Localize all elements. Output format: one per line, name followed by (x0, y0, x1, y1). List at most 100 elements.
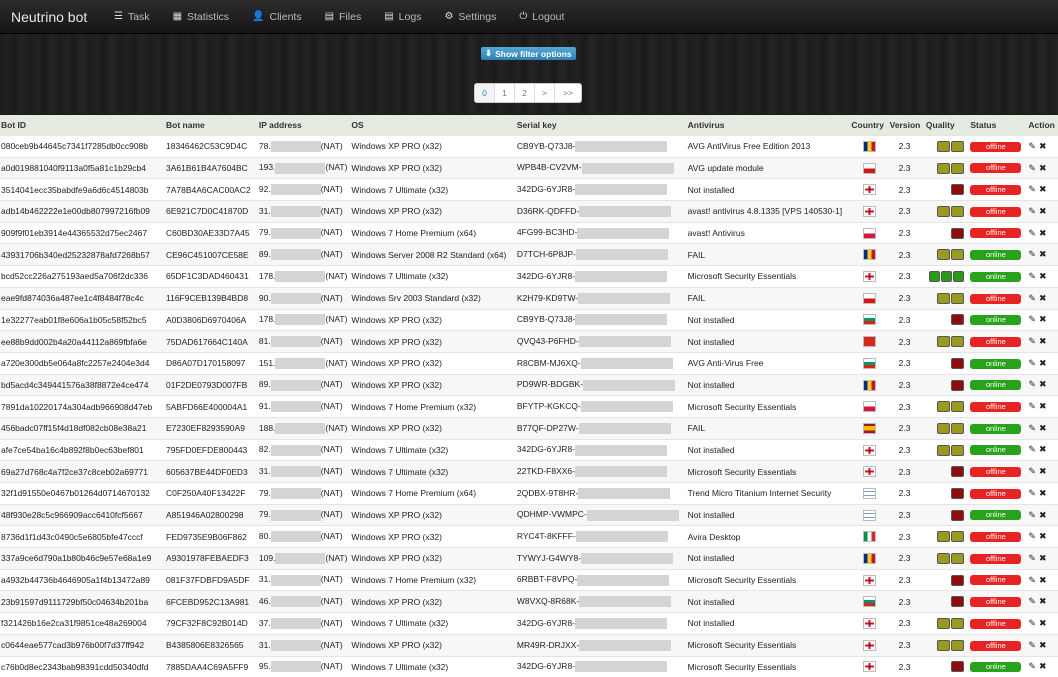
table-row[interactable]: eae9fd874036a487ee1c4f8484f78c4c116F9CEB… (0, 287, 1058, 309)
table-row[interactable]: a0d019881040f9113a0f5a81c1b29cb43A61B61B… (0, 157, 1058, 179)
delete-icon[interactable]: ✖ (1039, 488, 1047, 498)
edit-icon[interactable]: ✎ (1028, 488, 1036, 498)
table-row[interactable]: a720e300db5e064a8fc2257e2404e3d4D86A07D1… (0, 352, 1058, 374)
delete-icon[interactable]: ✖ (1039, 249, 1047, 259)
delete-icon[interactable]: ✖ (1039, 531, 1047, 541)
edit-icon[interactable]: ✎ (1028, 228, 1036, 238)
delete-icon[interactable]: ✖ (1039, 423, 1047, 433)
column-header[interactable]: OS (350, 115, 516, 136)
table-row[interactable]: c0644eae577cad3b976b00f7d37ff942B4385806… (0, 634, 1058, 656)
page-link[interactable]: >> (555, 84, 581, 102)
delete-icon[interactable]: ✖ (1039, 228, 1047, 238)
delete-icon[interactable]: ✖ (1039, 141, 1047, 151)
delete-icon[interactable]: ✖ (1039, 271, 1047, 281)
column-header[interactable]: Antivirus (687, 115, 851, 136)
table-row[interactable]: 909f9f01eb3914e44365532d75ec2467C60BD30A… (0, 222, 1058, 244)
page-link[interactable]: > (535, 84, 555, 102)
edit-icon[interactable]: ✎ (1028, 618, 1036, 628)
nav-item-files[interactable]: ▤Files (325, 11, 362, 23)
table-row[interactable]: adb14b462222e1e00db807997216fb096E921C7D… (0, 201, 1058, 223)
column-header[interactable]: Status (969, 115, 1027, 136)
nav-item-settings[interactable]: ⚙Settings (444, 11, 496, 23)
delete-icon[interactable]: ✖ (1039, 206, 1047, 216)
table-row[interactable]: bcd52cc226a275193aed5a706f2dc33665DF1C3D… (0, 266, 1058, 288)
table-row[interactable]: a4932b44736b4646905a1f4b13472a89081F37FD… (0, 569, 1058, 591)
table-row[interactable]: 080ceb9b44645c7341f7285db0cc908b18346462… (0, 136, 1058, 158)
nav-item-logs[interactable]: ▤Logs (384, 11, 421, 23)
delete-icon[interactable]: ✖ (1039, 466, 1047, 476)
column-header[interactable]: IP address (258, 115, 351, 136)
edit-icon[interactable]: ✎ (1028, 423, 1036, 433)
delete-icon[interactable]: ✖ (1039, 293, 1047, 303)
show-filter-button[interactable]: ⬇ Show filter options (481, 47, 576, 60)
delete-icon[interactable]: ✖ (1039, 553, 1047, 563)
edit-icon[interactable]: ✎ (1028, 531, 1036, 541)
delete-icon[interactable]: ✖ (1039, 444, 1047, 454)
delete-icon[interactable]: ✖ (1039, 358, 1047, 368)
table-row[interactable]: 69a27d768c4a7f2ce37c8ceb02a69771605637BE… (0, 461, 1058, 483)
page-link[interactable]: 2 (515, 84, 535, 102)
table-row[interactable]: 32f1d91550e0467b01264d0714670132C0F250A4… (0, 483, 1058, 505)
column-header[interactable]: Quality (925, 115, 969, 136)
table-row[interactable]: 23b91597d9111729bf50c04634b201ba6FCEBD95… (0, 591, 1058, 613)
edit-icon[interactable]: ✎ (1028, 141, 1036, 151)
nav-item-logout[interactable]: ⏻Logout (519, 11, 564, 23)
table-row[interactable]: 3514041ecc35babdfe9a6d6c4514803b7A78B4A6… (0, 179, 1058, 201)
edit-icon[interactable]: ✎ (1028, 510, 1036, 520)
edit-icon[interactable]: ✎ (1028, 206, 1036, 216)
delete-icon[interactable]: ✖ (1039, 510, 1047, 520)
table-row[interactable]: 48f930e28c5c966909acc6410fcf5667A851946A… (0, 504, 1058, 526)
delete-icon[interactable]: ✖ (1039, 618, 1047, 628)
edit-icon[interactable]: ✎ (1028, 661, 1036, 671)
edit-icon[interactable]: ✎ (1028, 640, 1036, 650)
nav-item-clients[interactable]: 👤Clients (252, 11, 302, 23)
column-header[interactable]: Country (850, 115, 888, 136)
delete-icon[interactable]: ✖ (1039, 379, 1047, 389)
delete-icon[interactable]: ✖ (1039, 163, 1047, 173)
edit-icon[interactable]: ✎ (1028, 293, 1036, 303)
table-row[interactable]: 456badc07ff15f4d18df082cb08e38a21E7230EF… (0, 417, 1058, 439)
delete-icon[interactable]: ✖ (1039, 314, 1047, 324)
table-row[interactable]: ee88b9dd002b4a20a44112a869fbfa6e75DAD617… (0, 331, 1058, 353)
table-row[interactable]: bd5acd4c349441576a38f8872e4ce47401F2DE07… (0, 374, 1058, 396)
column-header[interactable]: Serial key (516, 115, 687, 136)
table-row[interactable]: 337a9ce6d790a1b80b46c9e57e68a1e9A9301978… (0, 548, 1058, 570)
edit-icon[interactable]: ✎ (1028, 466, 1036, 476)
edit-icon[interactable]: ✎ (1028, 553, 1036, 563)
table-row[interactable]: afe7ce54ba16c4b892f8b0ec63bef801795FD0EF… (0, 439, 1058, 461)
edit-icon[interactable]: ✎ (1028, 444, 1036, 454)
table-row[interactable]: 43931706b340ed25232878afd7268b57CE96C451… (0, 244, 1058, 266)
edit-icon[interactable]: ✎ (1028, 271, 1036, 281)
nav-item-task[interactable]: ☰Task (114, 11, 150, 23)
table-row[interactable]: c76b0d8ec2343bab98391cdd50340dfd7885DAA4… (0, 656, 1058, 677)
nav-item-statistics[interactable]: ▦Statistics (173, 11, 229, 23)
column-header[interactable]: Bot name (165, 115, 258, 136)
column-header[interactable]: Version (889, 115, 925, 136)
delete-icon[interactable]: ✖ (1039, 661, 1047, 671)
edit-icon[interactable]: ✎ (1028, 401, 1036, 411)
delete-icon[interactable]: ✖ (1039, 596, 1047, 606)
edit-icon[interactable]: ✎ (1028, 249, 1036, 259)
page-link[interactable]: 1 (495, 84, 515, 102)
edit-icon[interactable]: ✎ (1028, 184, 1036, 194)
table-row[interactable]: 1e32277eab01f8e606a1b05c58f52bc5A0D3806D… (0, 309, 1058, 331)
edit-icon[interactable]: ✎ (1028, 163, 1036, 173)
delete-icon[interactable]: ✖ (1039, 336, 1047, 346)
delete-icon[interactable]: ✖ (1039, 640, 1047, 650)
delete-icon[interactable]: ✖ (1039, 575, 1047, 585)
table-row[interactable]: 7891da10220174a304adb966908d47eb5ABFD66E… (0, 396, 1058, 418)
column-header[interactable]: Action (1027, 115, 1058, 136)
edit-icon[interactable]: ✎ (1028, 314, 1036, 324)
edit-icon[interactable]: ✎ (1028, 596, 1036, 606)
edit-icon[interactable]: ✎ (1028, 379, 1036, 389)
page-link[interactable]: 0 (475, 84, 495, 102)
brand-title[interactable]: Neutrino bot (0, 9, 114, 25)
edit-icon[interactable]: ✎ (1028, 336, 1036, 346)
delete-icon[interactable]: ✖ (1039, 184, 1047, 194)
table-row[interactable]: 8736d1f1d43c0490c5e6805bfe47cccfFED9735E… (0, 526, 1058, 548)
edit-icon[interactable]: ✎ (1028, 575, 1036, 585)
delete-icon[interactable]: ✖ (1039, 401, 1047, 411)
table-row[interactable]: f321426b16e2ca31f9851ce48a26900479CF32F8… (0, 613, 1058, 635)
edit-icon[interactable]: ✎ (1028, 358, 1036, 368)
column-header[interactable]: Bot ID (0, 115, 165, 136)
